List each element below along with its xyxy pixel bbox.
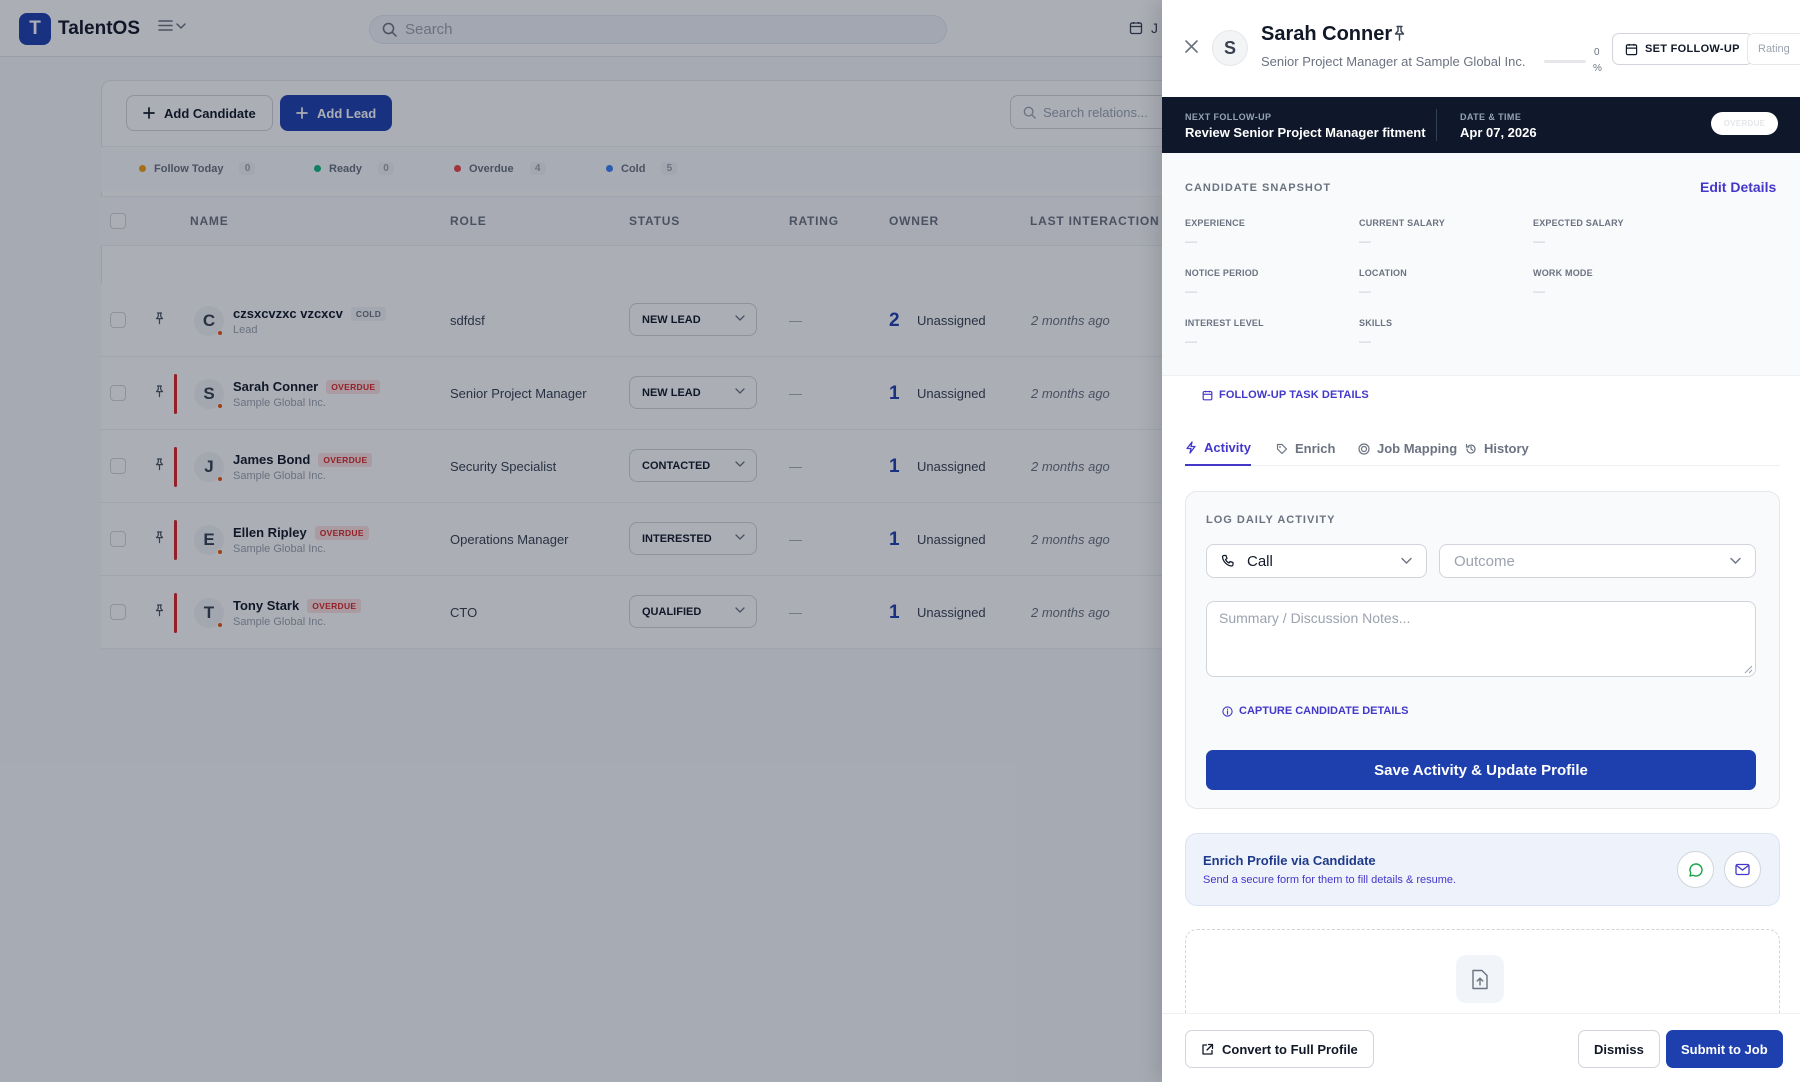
snapshot-field: INTEREST LEVEL — [1185,318,1264,348]
enrich-title: Enrich Profile via Candidate [1203,853,1376,868]
profile-completion-unit: % [1593,63,1602,74]
snapshot-field-value: — [1359,284,1371,298]
convert-label: Convert to Full Profile [1222,1041,1358,1057]
status-badge: OVERDUE [1711,112,1778,135]
snapshot-field-label: EXPERIENCE [1185,218,1246,228]
snapshot-field: WORK MODE — [1533,268,1593,298]
snapshot-field-value: — [1533,234,1545,248]
snapshot-field-label: CURRENT SALARY [1359,218,1445,228]
snapshot-field-label: SKILLS [1359,318,1393,328]
snapshot-field: LOCATION — [1359,268,1407,298]
bolt-icon [1185,441,1197,454]
external-link-icon [1201,1043,1214,1056]
calendar-icon [1625,43,1638,56]
drawer-tabs: Activity Enrich Job Mapping History [1185,421,1780,466]
profile-completion-value: 0 [1594,47,1600,58]
follow-up-task-details-link[interactable]: FOLLOW-UP TASK DETAILS [1202,389,1369,401]
convert-to-full-profile-button[interactable]: Convert to Full Profile [1185,1030,1374,1068]
tab-label: Enrich [1295,441,1336,456]
snapshot-field-value: — [1185,234,1197,248]
edit-details-link[interactable]: Edit Details [1700,179,1776,195]
tab-activity[interactable]: Activity [1185,431,1251,466]
snapshot-field: SKILLS — [1359,318,1392,348]
log-activity-title: LOG DAILY ACTIVITY [1206,514,1336,526]
modal-backdrop[interactable] [0,0,1162,1082]
snapshot-field-label: INTEREST LEVEL [1185,318,1264,328]
next-follow-up-banner: NEXT FOLLOW-UP Review Senior Project Man… [1162,97,1800,153]
enrich-subtitle: Send a secure form for them to fill deta… [1203,874,1457,886]
resize-handle-icon[interactable] [1744,665,1753,674]
snapshot-field: EXPERIENCE — [1185,218,1245,248]
pin-icon[interactable] [1392,25,1407,42]
snapshot-field-value: — [1359,334,1371,348]
enrich-profile-card: Enrich Profile via Candidate Send a secu… [1185,833,1780,906]
snapshot-field-value: — [1185,334,1197,348]
snapshot-field-value: — [1185,284,1197,298]
tab-history[interactable]: History [1465,431,1529,466]
log-daily-activity-card: LOG DAILY ACTIVITY Call Outcome CAPTURE … [1185,491,1780,809]
banner-divider [1436,109,1437,141]
tab-label: Job Mapping [1377,441,1458,456]
profile-completion-bar [1544,60,1586,63]
save-activity-button[interactable]: Save Activity & Update Profile [1206,750,1756,790]
snapshot-field-value: — [1359,234,1371,248]
avatar: S [1212,30,1248,66]
snapshot-field: NOTICE PERIOD — [1185,268,1259,298]
candidate-subtitle: Senior Project Manager at Sample Global … [1261,54,1526,69]
candidate-snapshot: CANDIDATE SNAPSHOT Edit Details EXPERIEN… [1162,153,1800,376]
activity-type-value: Call [1247,552,1273,570]
send-email-button[interactable] [1724,851,1761,888]
tab-label: Activity [1204,440,1251,455]
phone-icon [1221,554,1235,568]
file-upload-icon [1456,955,1504,1003]
snapshot-title: CANDIDATE SNAPSHOT [1185,182,1332,194]
snapshot-field: EXPECTED SALARY — [1533,218,1624,248]
rating-select[interactable]: Rating [1747,33,1800,65]
date-time-label: DATE & TIME [1460,112,1522,122]
drawer-footer: Convert to Full Profile Dismiss Submit t… [1162,1013,1800,1082]
snapshot-field-value: — [1533,284,1545,298]
candidate-name: Sarah Conner [1261,23,1393,45]
tab-label: History [1484,441,1529,456]
dismiss-button[interactable]: Dismiss [1578,1030,1660,1068]
snapshot-field: CURRENT SALARY — [1359,218,1445,248]
next-follow-up-value: Review Senior Project Manager fitment [1185,125,1426,140]
close-icon[interactable] [1184,39,1199,54]
date-time-value: Apr 07, 2026 [1460,125,1537,140]
snapshot-field-label: WORK MODE [1533,268,1593,278]
submit-label: Submit to Job [1681,1041,1768,1057]
chevron-down-icon [1730,557,1741,565]
activity-type-select[interactable]: Call [1206,544,1427,578]
snapshot-field-label: EXPECTED SALARY [1533,218,1624,228]
capture-candidate-details-label: CAPTURE CANDIDATE DETAILS [1239,705,1409,717]
follow-up-task-details-label: FOLLOW-UP TASK DETAILS [1219,389,1369,401]
chat-bubble-icon [1688,862,1704,878]
calendar-icon [1202,390,1213,401]
tag-icon [1276,443,1288,455]
snapshot-field-label: LOCATION [1359,268,1407,278]
mail-icon [1735,863,1750,876]
info-icon [1222,705,1233,717]
discussion-notes-field[interactable] [1206,601,1756,677]
history-icon [1465,443,1477,455]
candidate-drawer: S Sarah Conner Senior Project Manager at… [1162,0,1800,1082]
set-follow-up-button[interactable]: SET FOLLOW-UP [1612,33,1753,65]
chevron-down-icon [1401,557,1412,565]
snapshot-field-label: NOTICE PERIOD [1185,268,1259,278]
set-follow-up-label: SET FOLLOW-UP [1645,43,1740,55]
capture-candidate-details-link[interactable]: CAPTURE CANDIDATE DETAILS [1222,705,1408,717]
dismiss-label: Dismiss [1594,1041,1644,1057]
target-icon [1358,442,1370,455]
submit-to-job-button[interactable]: Submit to Job [1666,1030,1783,1068]
outcome-select[interactable]: Outcome [1439,544,1756,578]
next-follow-up-label: NEXT FOLLOW-UP [1185,112,1272,122]
outcome-placeholder: Outcome [1454,552,1515,570]
tab-job-mapping[interactable]: Job Mapping [1358,431,1457,466]
send-whatsapp-button[interactable] [1677,851,1714,888]
tab-enrich[interactable]: Enrich [1276,431,1335,466]
